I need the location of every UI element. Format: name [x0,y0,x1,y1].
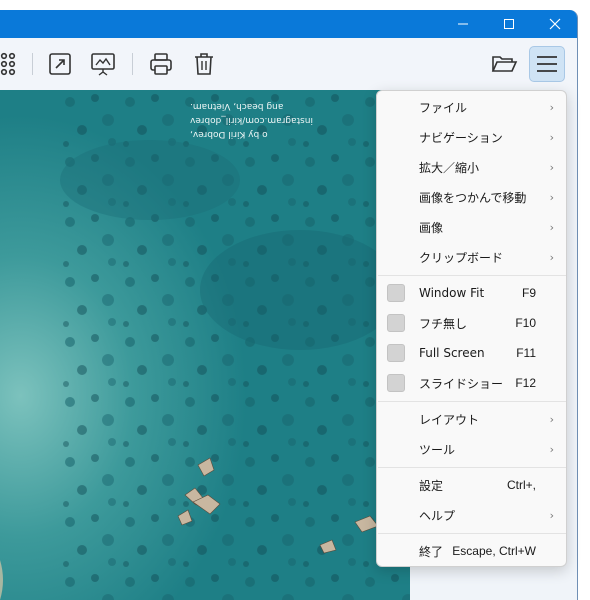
photo-image [0,90,410,600]
menu-item-label: Full Screen [419,346,485,360]
toolbar [0,38,577,90]
menu-item-shortcut: F11 [516,346,536,360]
minimize-button[interactable] [440,10,486,38]
toggle-checkbox[interactable] [387,374,405,392]
thumbnails-button[interactable] [0,46,22,82]
menu-separator [378,533,566,534]
menu-item-shortcut: F12 [515,376,536,390]
menu-item-shortcut: Escape, Ctrl+W [452,544,536,558]
chevron-right-icon: › [549,160,554,174]
menu-item[interactable]: ヘルプ › [377,500,566,530]
grid-icon [0,52,16,76]
menu-item[interactable]: Window Fit F9 [377,278,566,308]
print-button[interactable] [143,46,179,82]
slideshow-icon [91,53,115,76]
menu-item-label: 終了 [419,544,444,559]
trash-icon [195,53,213,75]
menu-item-label: ヘルプ [419,508,456,523]
folder-open-icon [491,56,518,72]
maximize-button[interactable] [486,10,532,38]
menu-item[interactable]: スライドショー F12 [377,368,566,398]
chevron-right-icon: › [549,190,554,204]
toolbar-divider [132,53,133,75]
menu-item[interactable]: レイアウト › [377,404,566,434]
chevron-right-icon: › [549,220,554,234]
menu-item[interactable]: フチ無し F10 [377,308,566,338]
menu-item-label: 設定 [419,478,444,493]
menu-item[interactable]: ファイル › [377,92,566,122]
menu-item-label: Window Fit [419,286,485,300]
main-menu-button[interactable] [529,46,565,82]
open-folder-button[interactable] [486,46,522,82]
toggle-checkbox[interactable] [387,344,405,362]
menu-separator [378,275,566,276]
toolbar-divider [32,53,33,75]
menu-item-label: ファイル [419,100,468,115]
menu-item-label: フチ無し [419,316,468,331]
close-icon [549,18,561,30]
image-viewer[interactable]: o by Kiril Dobrev, instagram.com/kiril_d… [0,90,410,600]
menu-separator [378,467,566,468]
chevron-right-icon: › [549,130,554,144]
slideshow-button[interactable] [85,46,121,82]
chevron-right-icon: › [549,442,554,456]
menu-item-label: 画像 [419,220,444,235]
menu-item[interactable]: ナビゲーション › [377,122,566,152]
menu-separator [378,401,566,402]
minimize-icon [458,23,468,25]
open-external-button[interactable] [42,46,78,82]
menu-item-label: スライドショー [419,376,504,391]
photo-caption: o by Kiril Dobrev, instagram.com/kiril_d… [190,101,313,139]
menu-item[interactable]: 終了 Escape, Ctrl+W [377,536,566,566]
menu-item[interactable]: 画像をつかんで移動 › [377,182,566,212]
menu-item[interactable]: クリップボード › [377,242,566,272]
title-bar [0,10,577,38]
menu-item[interactable]: 拡大／縮小 › [377,152,566,182]
menu-item[interactable]: Full Screen F11 [377,338,566,368]
menu-item[interactable]: 画像 › [377,212,566,242]
menu-item-shortcut: F10 [515,316,536,330]
chevron-right-icon: › [549,250,554,264]
toggle-checkbox[interactable] [387,284,405,302]
menu-item-label: ナビゲーション [419,130,503,145]
main-menu-dropdown: ファイル › ナビゲーション › 拡大／縮小 › 画像をつかんで移動 › 画像 › クリップボード ›… [376,90,567,567]
menu-item-shortcut: Ctrl+, [506,478,536,492]
menu-item-label: 画像をつかんで移動 [419,190,527,205]
hamburger-menu-icon [537,56,557,72]
chevron-right-icon: › [549,100,554,114]
menu-item[interactable]: 設定 Ctrl+, [377,470,566,500]
menu-item-label: 拡大／縮小 [419,160,480,175]
chevron-right-icon: › [549,508,554,522]
menu-item-shortcut: F9 [521,286,536,300]
close-button[interactable] [532,10,577,38]
chevron-right-icon: › [549,412,554,426]
delete-button[interactable] [186,46,222,82]
menu-item-label: クリップボード [419,250,504,265]
toggle-checkbox[interactable] [387,314,405,332]
menu-item-label: レイアウト [419,412,480,427]
print-icon [150,53,172,75]
menu-item-label: ツール [419,442,456,457]
menu-item[interactable]: ツール › [377,434,566,464]
open-external-icon [49,53,71,75]
maximize-icon [504,19,514,29]
